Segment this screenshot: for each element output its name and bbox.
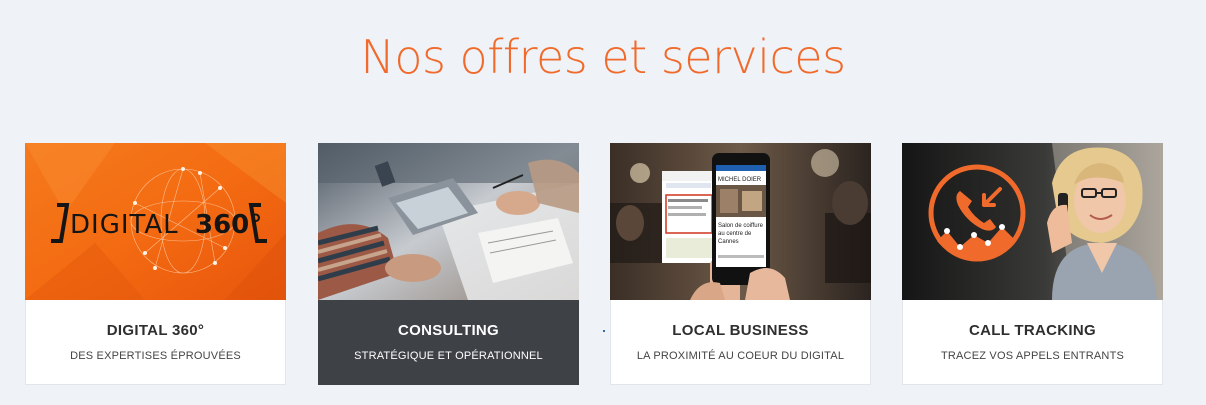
consulting-image [318,143,579,300]
card-subtitle: DES EXPERTISES ÉPROUVÉES [70,350,241,362]
section-title: Nos offres et services [360,30,846,84]
card-subtitle: LA PROXIMITÉ AU COEUR DU DIGITAL [636,350,845,362]
service-card-digital-360[interactable]: DIGITAL 360° DIGITAL 360° DES EXPERTISES… [25,143,286,385]
service-card-consulting[interactable]: CONSULTING STRATÉGIQUE ET OPÉRATIONNEL [318,143,579,385]
phone-brand: MICHEL DOIER [718,177,762,183]
card-title: DIGITAL 360° [106,322,205,339]
card-title: CALL TRACKING [969,322,1096,339]
call-tracking-image [902,143,1163,300]
service-card-local-business[interactable]: MICHEL DOIER Salon de coiffure au centre… [610,143,871,385]
digital-logo-number: 360° [195,210,262,240]
service-card-call-tracking[interactable]: CALL TRACKING TRACEZ VOS APPELS ENTRANTS [902,143,1163,385]
card-title: CONSULTING [397,322,500,339]
phone-text-line-2: au centre de [718,231,752,237]
separator-dot [603,330,605,332]
phone-text-line-1: Salon de coiffure [718,223,764,229]
card-subtitle: TRACEZ VOS APPELS ENTRANTS [940,350,1125,362]
digital-logo-word: DIGITAL [70,210,179,240]
card-title: LOCAL BUSINESS [672,322,809,339]
digital-360-image: DIGITAL 360° [25,143,286,300]
phone-text-line-3: Cannes [718,239,739,245]
local-business-image: MICHEL DOIER Salon de coiffure au centre… [610,143,871,300]
card-subtitle: STRATÉGIQUE ET OPÉRATIONNEL [354,350,543,362]
